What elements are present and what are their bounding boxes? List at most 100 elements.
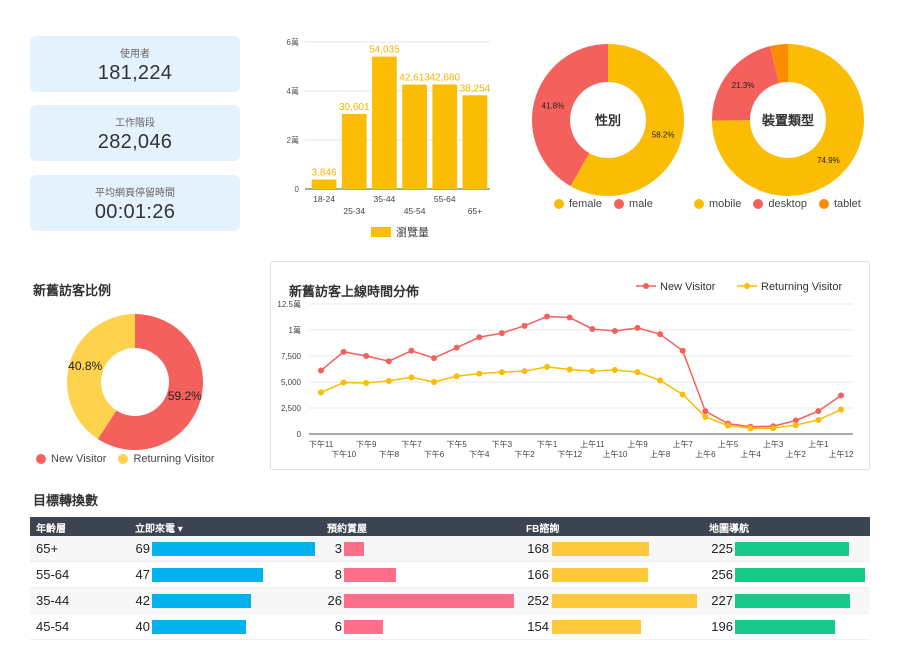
- line-chart-y-tick: 12.5萬: [277, 299, 301, 309]
- cell-map: 227: [697, 588, 733, 614]
- gender-legend: female male: [554, 198, 665, 210]
- line-chart-x-tick: 下午12: [557, 449, 582, 459]
- slice-label: 58.2%: [652, 131, 675, 140]
- series-point: [385, 358, 392, 365]
- series-point: [724, 422, 731, 429]
- series-point: [589, 368, 596, 375]
- bar-call: [152, 568, 263, 582]
- bar-booking: [344, 620, 383, 634]
- line-chart-x-tick: 下午1: [537, 439, 558, 449]
- age-bar-45-54: [402, 84, 427, 189]
- age-x-tick: 35-44: [374, 194, 396, 204]
- series-point: [634, 369, 641, 376]
- series-point: [363, 353, 370, 359]
- series-point: [838, 392, 844, 399]
- kpi-avg-time-value: 00:01:26: [94, 201, 176, 223]
- visitor-legend: New Visitor Returning Visitor: [36, 453, 227, 465]
- line-chart-y-tick: 1萬: [289, 325, 301, 335]
- bar-map: [735, 620, 835, 634]
- age-pageviews-bar-chart: 0 2萬 4萬 6萬 3,846 18-24 30,601 25-34 54,035 35-44 4…: [287, 37, 491, 216]
- kpi-sessions-label: 工作階段: [115, 118, 155, 129]
- line-chart-y-tick: 7,500: [281, 352, 302, 361]
- slice-label: 41.8%: [542, 101, 565, 110]
- age-bar-label: 30,601: [339, 102, 370, 113]
- desktop-dot-icon: [753, 199, 764, 209]
- series-point: [521, 368, 528, 375]
- bar-booking: [344, 594, 514, 608]
- line-chart-x-tick: 上午7: [673, 439, 694, 449]
- cell-value-call: 69: [135, 541, 150, 556]
- line-chart-x-tick: 下午6: [424, 449, 445, 459]
- header-map[interactable]: 地圖導航: [709, 520, 749, 535]
- series-point: [611, 328, 618, 335]
- legend-desktop-label: desktop: [768, 198, 807, 210]
- row-age: 65+: [36, 541, 59, 556]
- bar-map: [735, 568, 865, 582]
- cell-value-map: 225: [711, 541, 733, 556]
- table-row: 65+ 69 3 168 225: [30, 536, 870, 562]
- line-chart-x-tick: 下午3: [492, 439, 513, 449]
- device-legend: mobile desktop tablet: [694, 198, 873, 210]
- kpi-sessions-value: 282,046: [97, 131, 173, 153]
- table-row: 55-64 47 8 166 256: [30, 562, 870, 588]
- series-point: [679, 391, 686, 398]
- series-point: [498, 330, 505, 337]
- legend-returning-visitor: Returning Visitor: [118, 453, 215, 465]
- female-dot-icon: [554, 199, 564, 209]
- kpi-sessions-card: 工作階段 282,046: [30, 105, 240, 161]
- line-legend-swatch-dot: [643, 283, 649, 289]
- series-point: [770, 425, 777, 432]
- series-point: [544, 363, 551, 370]
- line-chart-x-tick: 上午10: [602, 449, 627, 459]
- header-call[interactable]: 立即來電 ▾: [135, 520, 183, 535]
- cell-value-call: 40: [135, 619, 150, 634]
- series-point: [521, 322, 528, 329]
- age-chart-legend: 瀏覽量: [371, 224, 429, 240]
- legend-mobile-label: mobile: [709, 198, 742, 210]
- cell-value-map: 227: [711, 593, 733, 608]
- series-point: [476, 334, 483, 341]
- bar-call: [152, 620, 246, 634]
- conversion-table-body: 65+ 69 3 168 225 55-64 47 8 166 256 35-44 42 26 252 22…: [30, 536, 870, 640]
- series-point: [589, 325, 596, 332]
- line-chart-x-tick: 下午7: [401, 439, 422, 449]
- bar-map: [735, 594, 850, 608]
- legend-new-visitor-label: New Visitor: [51, 453, 107, 465]
- line-chart-x-tick: 上午11: [580, 439, 605, 449]
- legend-tablet: tablet: [818, 198, 861, 210]
- series-point: [476, 370, 483, 377]
- cell-booking: 6: [306, 614, 342, 640]
- pageviews-legend-swatch: [371, 227, 391, 237]
- header-fb[interactable]: FB諮詢: [526, 520, 559, 535]
- legend-tablet-label: tablet: [833, 198, 861, 210]
- cell-call: 40: [114, 614, 150, 640]
- header-booking[interactable]: 預約賞屋: [327, 520, 367, 535]
- line-chart-x-tick: 下午11: [309, 439, 334, 449]
- slice-label: 59.2%: [168, 389, 202, 403]
- series-point: [657, 331, 664, 338]
- line-chart-x-tick: 下午8: [379, 449, 400, 459]
- header-age[interactable]: 年齡層: [36, 520, 66, 535]
- visitor-ratio-title: 新舊訪客比例: [33, 283, 112, 298]
- series-point: [431, 379, 438, 385]
- series-point: [838, 406, 844, 413]
- age-bar-label: 42,680: [429, 72, 460, 83]
- line-chart-x-tick: 下午5: [446, 439, 467, 449]
- series-point: [611, 367, 618, 374]
- series-point: [566, 314, 573, 321]
- age-bar-35-44: [372, 56, 397, 189]
- cell-value-fb: 252: [527, 593, 549, 608]
- row-age: 55-64: [36, 567, 70, 582]
- age-x-tick: 55-64: [434, 194, 456, 204]
- cell-value-map: 196: [711, 619, 733, 634]
- age-bar-label: 3,846: [312, 168, 337, 179]
- time-distribution-line-chart: 0 2,500 5,000 7,500 1萬 12.5萬下午11下午10下午9下午8下午7…: [277, 281, 854, 459]
- legend-male-label: male: [629, 198, 653, 210]
- visitor-ratio-donut-chart: 59.2% 40.8%: [67, 314, 204, 450]
- age-bar-label: 42,613: [399, 73, 430, 84]
- age-chart-y-tick: 0: [295, 185, 300, 194]
- series-point: [408, 374, 415, 381]
- cell-fb: 168: [513, 536, 549, 562]
- bar-fb: [552, 620, 641, 634]
- series-point: [634, 324, 641, 331]
